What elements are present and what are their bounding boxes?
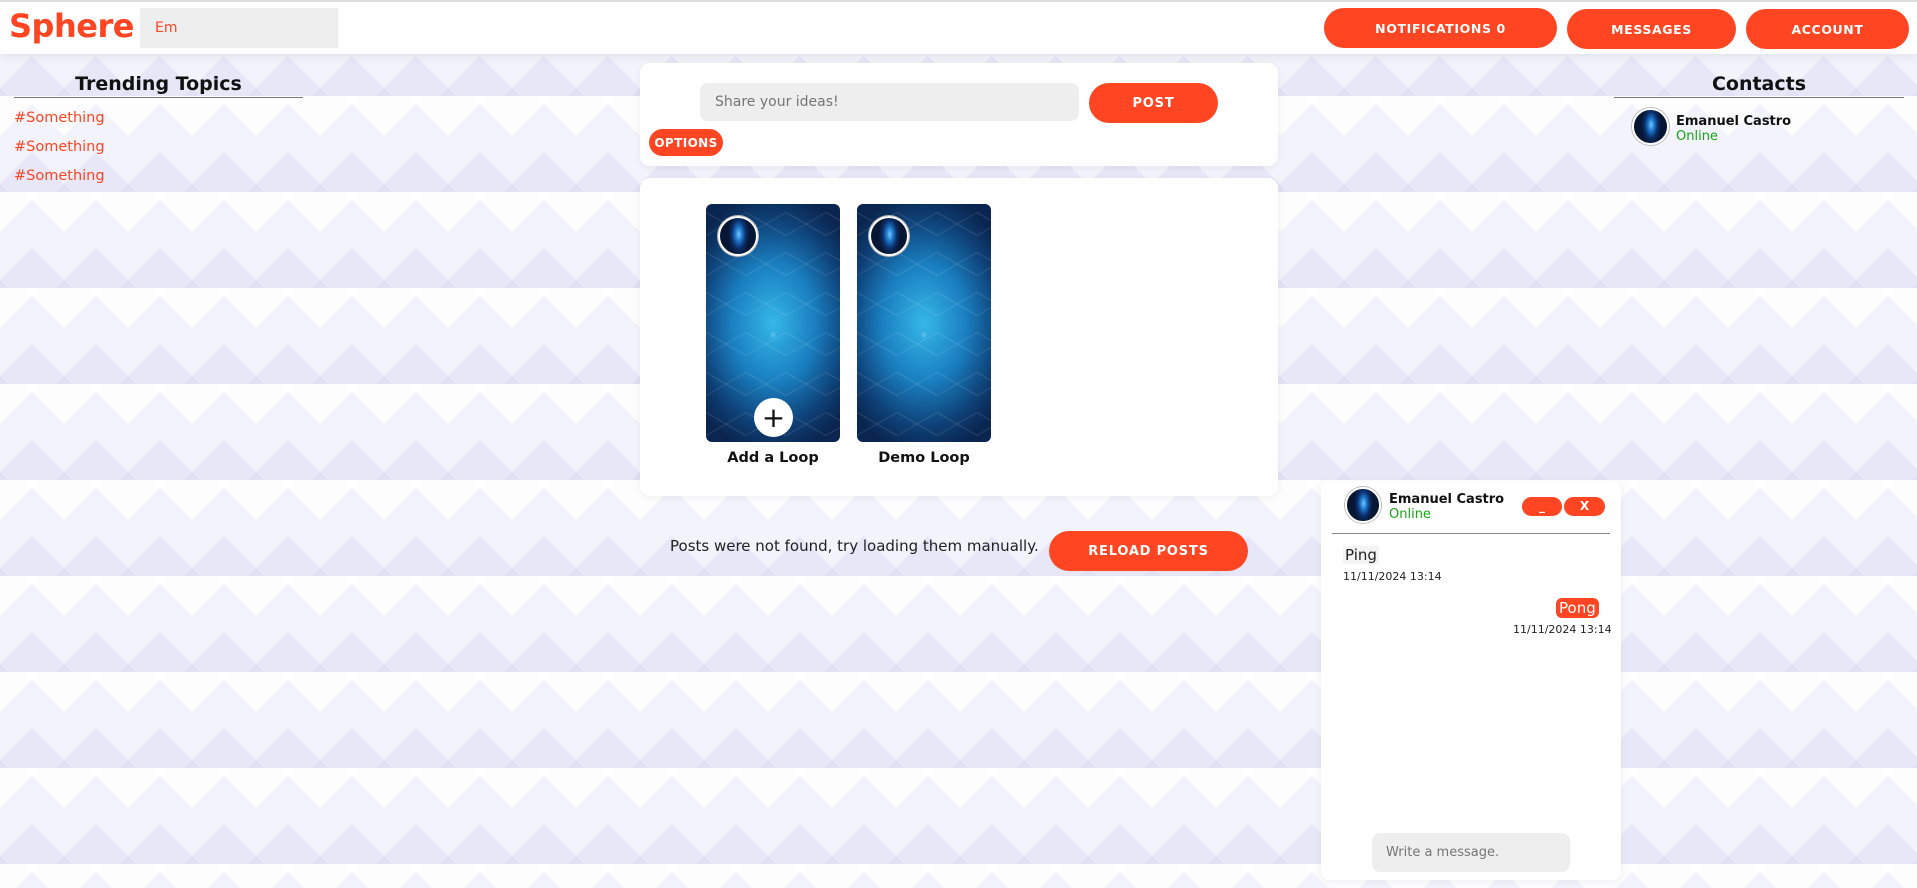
contact-status: Online xyxy=(1676,129,1718,144)
messages-button[interactable]: MESSAGES xyxy=(1567,9,1736,49)
loop-avatar xyxy=(869,216,909,256)
chat-contact-name: Emanuel Castro xyxy=(1389,492,1505,507)
post-button[interactable]: POST xyxy=(1089,83,1218,123)
account-button[interactable]: ACCOUNT xyxy=(1746,9,1909,49)
notifications-button[interactable]: NOTIFICATIONS 0 xyxy=(1324,8,1557,48)
share-ideas-input[interactable] xyxy=(700,83,1079,121)
app-logo[interactable]: Sphere xyxy=(9,7,134,45)
posts-empty-message: Posts were not found, try loading them m… xyxy=(670,537,1039,555)
loop-label: Add a Loop xyxy=(727,450,819,466)
contact-name: Emanuel Castro xyxy=(1676,114,1792,129)
top-bar: Sphere NOTIFICATIONS 0 MESSAGES ACCOUNT xyxy=(0,0,1917,54)
trending-topic-link[interactable]: #Something xyxy=(14,110,105,126)
plus-icon[interactable]: + xyxy=(754,398,793,437)
chat-window xyxy=(1321,481,1621,880)
reload-posts-button[interactable]: RELOAD POSTS xyxy=(1049,531,1248,571)
contacts-title: Contacts xyxy=(1614,73,1904,98)
chat-message-received: Ping xyxy=(1343,546,1379,564)
chat-message-time: 11/11/2024 13:14 xyxy=(1343,570,1442,583)
chat-divider xyxy=(1332,533,1610,534)
minimize-chat-button[interactable]: _ xyxy=(1522,497,1562,516)
chat-message-input[interactable] xyxy=(1372,833,1570,872)
contact-avatar xyxy=(1632,108,1669,145)
options-button[interactable]: OPTIONS xyxy=(649,129,723,156)
loop-label: Demo Loop xyxy=(878,450,970,466)
trending-topics-title: Trending Topics xyxy=(14,73,303,98)
trending-topic-link[interactable]: #Something xyxy=(14,139,105,155)
chat-contact-status: Online xyxy=(1389,507,1431,522)
chat-message-sent: Pong xyxy=(1556,598,1599,618)
close-chat-button[interactable]: X xyxy=(1564,497,1605,516)
search-input[interactable] xyxy=(140,8,338,48)
trending-topic-link[interactable]: #Something xyxy=(14,168,105,184)
chat-avatar xyxy=(1345,487,1381,523)
chat-message-time: 11/11/2024 13:14 xyxy=(1513,623,1612,636)
loop-avatar xyxy=(718,216,758,256)
